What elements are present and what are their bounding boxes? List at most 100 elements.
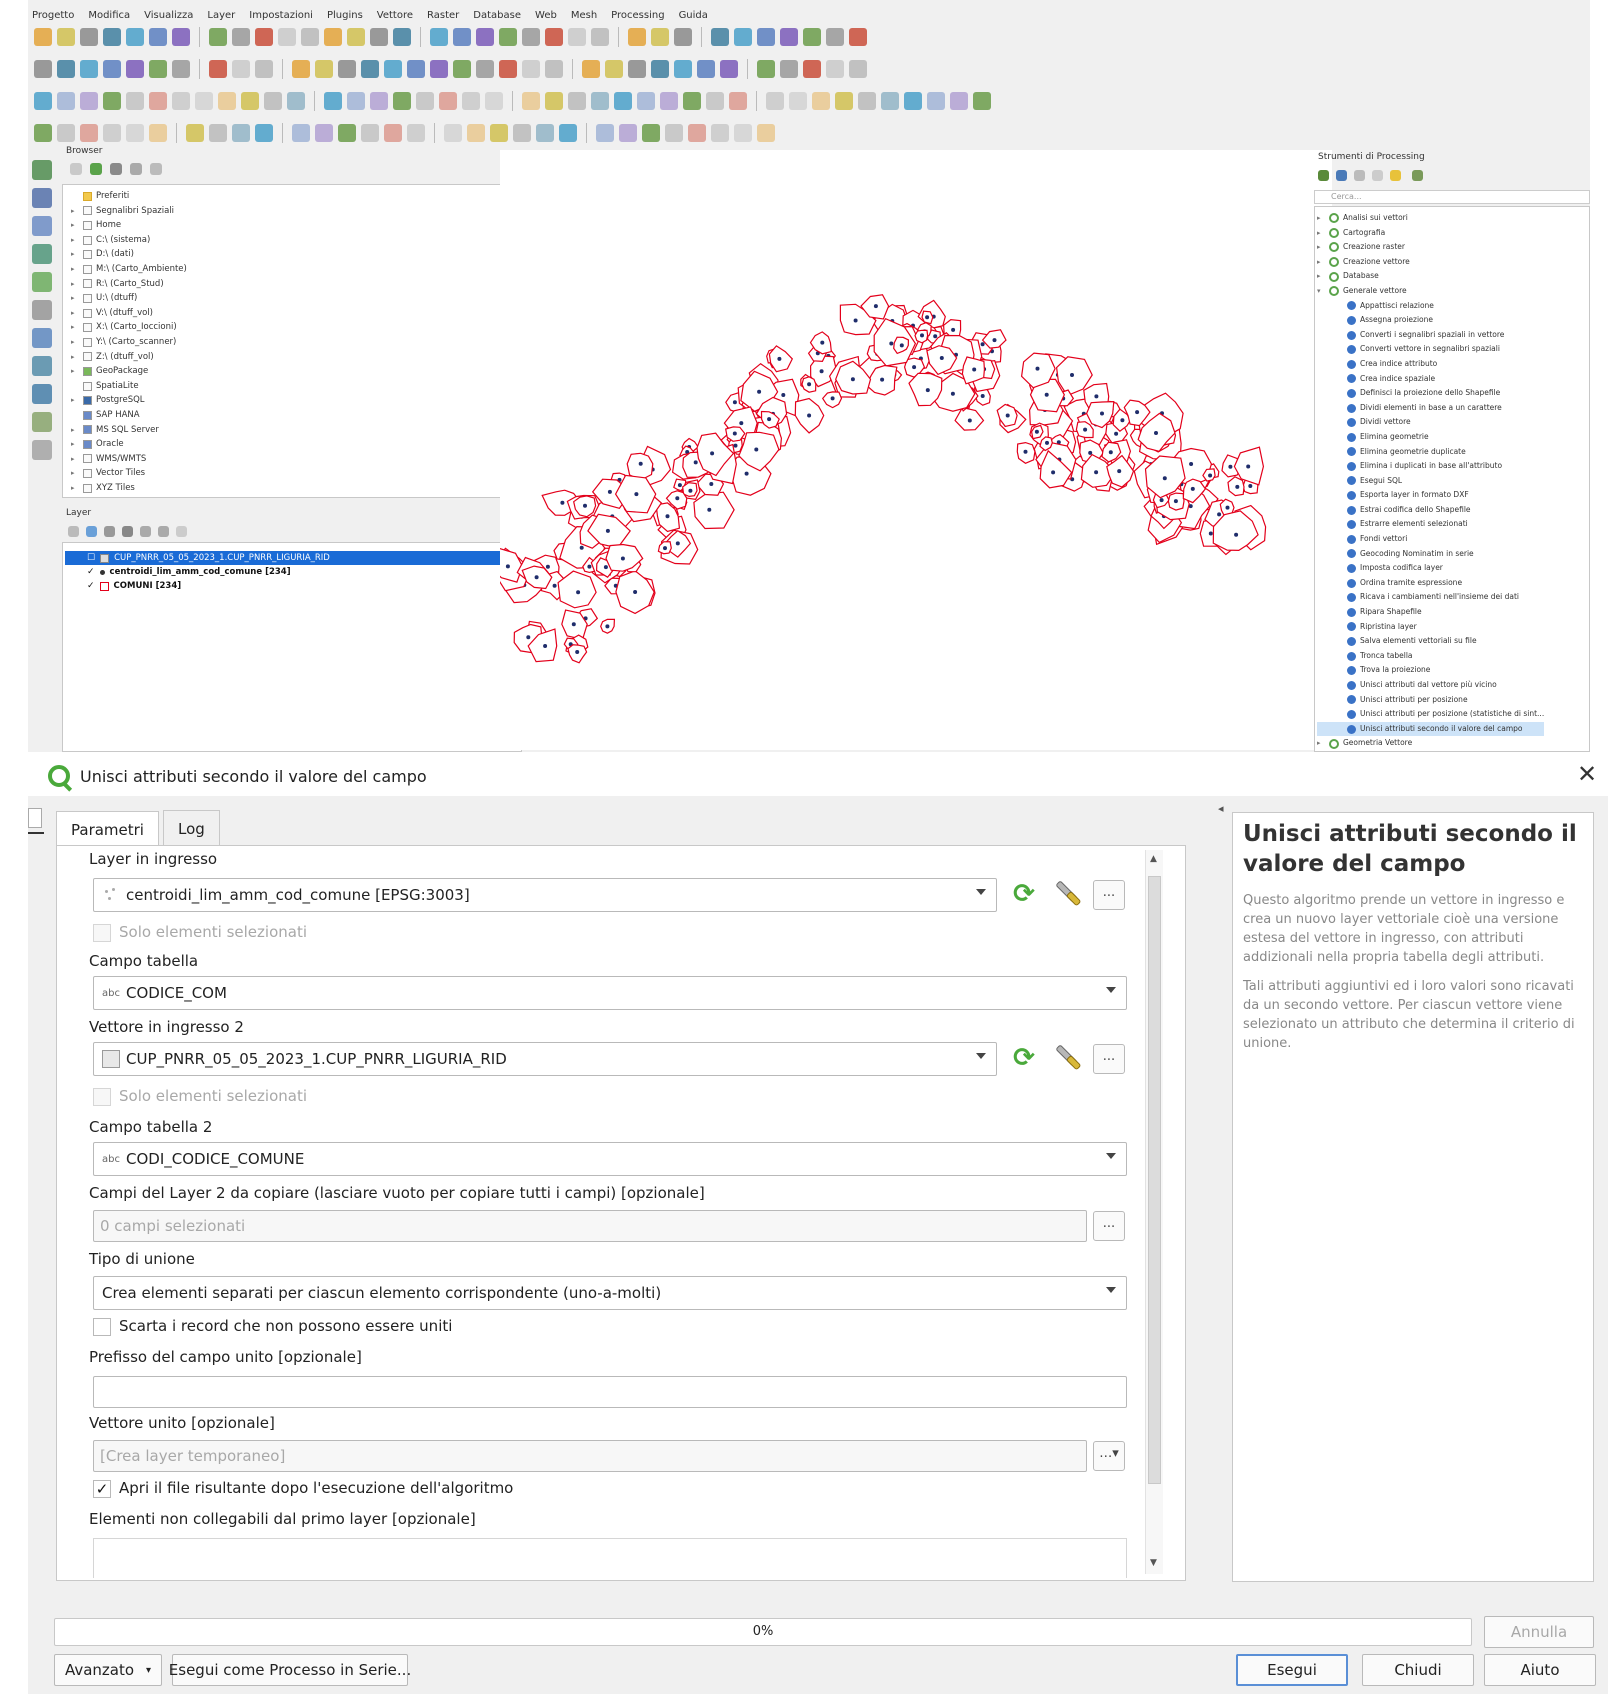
- toolbar-tool-icon[interactable]: [628, 60, 646, 78]
- add-layer-icon[interactable]: [32, 356, 52, 376]
- browser-item[interactable]: ▸ GeoPackage: [71, 364, 187, 379]
- selected-only-checkbox[interactable]: [93, 924, 111, 942]
- browser-item[interactable]: ▸ X:\ (Carto_Ioccioni): [71, 320, 187, 335]
- toolbar-tool-icon[interactable]: [591, 92, 609, 110]
- processing-algorithm[interactable]: Geocoding Nominatim in serie: [1317, 547, 1544, 562]
- toolbar-tool-icon[interactable]: [80, 28, 98, 46]
- browser-item[interactable]: ▸ Vector Tiles: [71, 466, 187, 481]
- processing-algorithm[interactable]: Trova la proiezione: [1317, 663, 1544, 678]
- processing-group[interactable]: ▸ Database: [1317, 269, 1544, 284]
- toolbar-tool-icon[interactable]: [324, 92, 342, 110]
- processing-algorithm[interactable]: Converti vettore in segnalibri spaziali: [1317, 342, 1544, 357]
- expand-arrow-icon[interactable]: ▸: [71, 277, 79, 292]
- toolbar-tool-icon[interactable]: [149, 60, 167, 78]
- processing-algorithm[interactable]: Ricava i cambiamenti nell'insieme dei da…: [1317, 590, 1544, 605]
- menu-mesh[interactable]: Mesh: [571, 10, 597, 21]
- filter-legend-icon[interactable]: [122, 526, 133, 537]
- wrench-icon[interactable]: [1051, 1040, 1085, 1074]
- close-button[interactable]: Chiudi: [1362, 1654, 1474, 1686]
- toolbar-tool-icon[interactable]: [57, 92, 75, 110]
- toolbar-tool-icon[interactable]: [407, 60, 425, 78]
- toolbar-tool-icon[interactable]: [80, 124, 98, 142]
- toolbar-tool-icon[interactable]: [57, 124, 75, 142]
- edit-features-icon[interactable]: [1390, 170, 1401, 181]
- remove-layer-icon[interactable]: [176, 526, 187, 537]
- processing-algorithm[interactable]: Unisci attributi dal vettore più vicino: [1317, 678, 1544, 693]
- expand-arrow-icon[interactable]: ▸: [71, 262, 79, 277]
- expand-arrow-icon[interactable]: ▸: [1317, 211, 1325, 226]
- processing-algorithm[interactable]: Ripara Shapefile: [1317, 605, 1544, 620]
- toolbar-tool-icon[interactable]: [803, 28, 821, 46]
- toolbar-tool-icon[interactable]: [393, 28, 411, 46]
- layer-visibility-checkbox[interactable]: ✓: [87, 579, 95, 593]
- expand-arrow-icon[interactable]: ▸: [71, 204, 79, 219]
- input-layer-combo[interactable]: centroidi_lim_amm_cod_comune [EPSG:3003]: [93, 878, 997, 912]
- menu-raster[interactable]: Raster: [427, 10, 459, 21]
- add-layer-icon[interactable]: [32, 244, 52, 264]
- toolbar-tool-icon[interactable]: [57, 60, 75, 78]
- help-button[interactable]: Aiuto: [1484, 1654, 1596, 1686]
- close-icon[interactable]: ✕: [1577, 760, 1597, 788]
- browser-item[interactable]: ▸ M:\ (Carto_Ambiente): [71, 262, 187, 277]
- browser-item[interactable]: ▸ Home: [71, 218, 187, 233]
- toolbar-tool-icon[interactable]: [361, 60, 379, 78]
- toolbar-tool-icon[interactable]: [347, 28, 365, 46]
- toolbar-tool-icon[interactable]: [688, 124, 706, 142]
- menu-guida[interactable]: Guida: [679, 10, 708, 21]
- browser-item[interactable]: ▸ MS SQL Server: [71, 423, 187, 438]
- processing-algorithm[interactable]: Elimina geometrie duplicate: [1317, 445, 1544, 460]
- toolbar-tool-icon[interactable]: [826, 28, 844, 46]
- toolbar-tool-icon[interactable]: [172, 92, 190, 110]
- add-layer-icon[interactable]: [32, 384, 52, 404]
- toolbar-tool-icon[interactable]: [559, 124, 577, 142]
- tab-parametri[interactable]: Parametri: [56, 811, 159, 847]
- toolbar-tool-icon[interactable]: [264, 92, 282, 110]
- toolbar-tool-icon[interactable]: [149, 28, 167, 46]
- toolbar-tool-icon[interactable]: [812, 92, 830, 110]
- open-layer-styling-icon[interactable]: [68, 526, 79, 537]
- toolbar-tool-icon[interactable]: [462, 92, 480, 110]
- toolbar-tool-icon[interactable]: [149, 124, 167, 142]
- processing-group[interactable]: ▸ Cartografia: [1317, 226, 1544, 241]
- menu-plugins[interactable]: Plugins: [327, 10, 363, 21]
- toolbar-tool-icon[interactable]: [255, 124, 273, 142]
- toolbar-tool-icon[interactable]: [591, 28, 609, 46]
- browser-item[interactable]: ▸ V:\ (dtuff_vol): [71, 306, 187, 321]
- toolbar-tool-icon[interactable]: [545, 92, 563, 110]
- add-layer-icon[interactable]: [32, 160, 52, 180]
- toolbar-tool-icon[interactable]: [706, 92, 724, 110]
- expand-arrow-icon[interactable]: ▸: [1317, 269, 1325, 284]
- toolbar-tool-icon[interactable]: [34, 60, 52, 78]
- toolbar-tool-icon[interactable]: [849, 28, 867, 46]
- menu-visualizza[interactable]: Visualizza: [144, 10, 193, 21]
- toolbar-tool-icon[interactable]: [651, 28, 669, 46]
- fields-to-copy-field[interactable]: 0 campi selezionati: [93, 1210, 1087, 1242]
- toolbar-tool-icon[interactable]: [780, 28, 798, 46]
- toolbar-tool-icon[interactable]: [172, 60, 190, 78]
- processing-group[interactable]: ▾ Generale vettore: [1317, 284, 1544, 299]
- expand-arrow-icon[interactable]: ▸: [1317, 255, 1325, 270]
- add-group-icon[interactable]: [86, 526, 97, 537]
- toolbar-tool-icon[interactable]: [453, 28, 471, 46]
- expand-arrow-icon[interactable]: ▸: [1317, 240, 1325, 255]
- processing-algorithm[interactable]: Estrai codifica dello Shapefile: [1317, 503, 1544, 518]
- toolbar-tool-icon[interactable]: [582, 60, 600, 78]
- toolbar-tool-icon[interactable]: [439, 92, 457, 110]
- processing-algorithm[interactable]: Unisci attributi secondo il valore del c…: [1317, 721, 1545, 737]
- refresh-icon[interactable]: [90, 163, 102, 175]
- toolbar-tool-icon[interactable]: [103, 28, 121, 46]
- browser-item[interactable]: ▸ C:\ (sistema): [71, 233, 187, 248]
- add-layer-icon[interactable]: [32, 412, 52, 432]
- expand-arrow-icon[interactable]: ▾: [1317, 284, 1325, 299]
- browser-item[interactable]: SAP HANA: [71, 408, 187, 423]
- menu-progetto[interactable]: Progetto: [32, 10, 74, 21]
- toolbar-tool-icon[interactable]: [849, 60, 867, 78]
- expand-arrow-icon[interactable]: ▸: [71, 452, 79, 467]
- toolbar-tool-icon[interactable]: [347, 92, 365, 110]
- iterate-icon[interactable]: ⟳: [1007, 1043, 1041, 1073]
- expand-all-icon[interactable]: [140, 526, 151, 537]
- toolbar-tool-icon[interactable]: [444, 124, 462, 142]
- processing-group[interactable]: ▸ Analisi sui vettori: [1317, 211, 1544, 226]
- browser-item[interactable]: ▸ WMS/WMTS: [71, 452, 187, 467]
- toolbar-tool-icon[interactable]: [292, 124, 310, 142]
